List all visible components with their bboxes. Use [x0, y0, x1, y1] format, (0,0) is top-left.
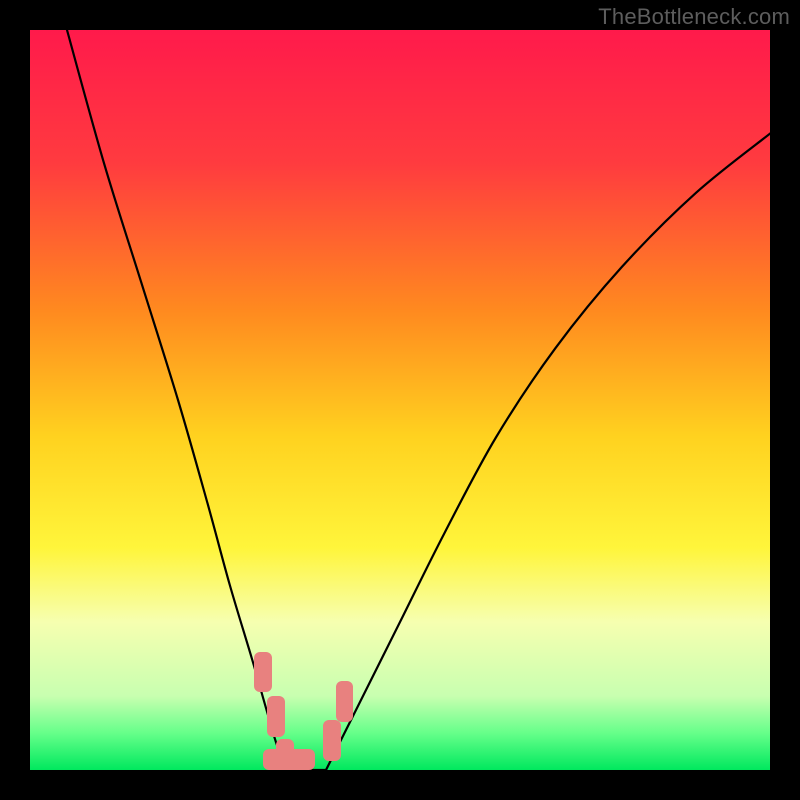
trough-marker: [263, 749, 315, 770]
watermark-text: TheBottleneck.com: [598, 4, 790, 30]
trough-marker: [336, 681, 354, 722]
plot-area: [30, 30, 770, 770]
chart-frame: TheBottleneck.com: [0, 0, 800, 800]
bottleneck-curve: [30, 30, 770, 770]
trough-marker: [267, 696, 285, 737]
trough-marker: [323, 720, 341, 761]
trough-marker: [254, 652, 272, 693]
